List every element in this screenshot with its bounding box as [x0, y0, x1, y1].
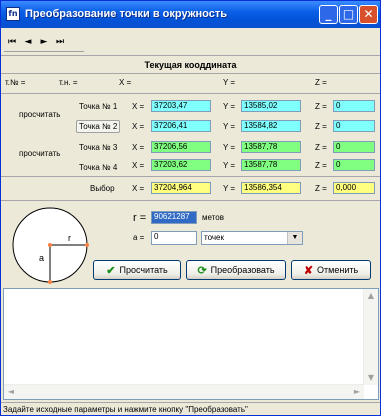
z-label: Z =: [315, 184, 327, 193]
vertical-scrollbar[interactable]: ▲ ▼: [363, 289, 378, 385]
r-input[interactable]: 90621287: [151, 211, 197, 224]
horizontal-scrollbar[interactable]: ◄ ►: [4, 384, 364, 399]
scroll-right-icon[interactable]: ►: [350, 385, 364, 399]
transform-button[interactable]: ⟳ Преобразовать: [186, 260, 286, 280]
point-3-x-field[interactable]: 37206,56: [151, 141, 211, 153]
x-label: X =: [132, 161, 145, 170]
a-input[interactable]: 0: [151, 231, 197, 245]
chevron-down-icon[interactable]: ▼: [287, 232, 302, 244]
z-label: Z =: [315, 161, 327, 170]
point-4-z-field[interactable]: 0: [333, 159, 375, 171]
minimize-button[interactable]: _: [319, 5, 338, 24]
scroll-up-icon[interactable]: ▲: [364, 289, 378, 303]
app-icon: fn: [6, 7, 20, 21]
x-label: X =: [132, 102, 145, 111]
main-window: fn Преобразование точки в окружность _ □…: [0, 0, 381, 416]
a-unit-select[interactable]: точек ▼: [201, 231, 303, 245]
check-icon: ✔: [106, 264, 116, 277]
selection-z-field[interactable]: 0,000: [333, 182, 375, 194]
window-title: Преобразование точки в окружность: [25, 8, 228, 20]
next-record-icon[interactable]: ►: [36, 34, 52, 50]
first-record-icon[interactable]: ⏮: [4, 34, 20, 50]
point-3-y-field[interactable]: 13587,78: [241, 141, 301, 153]
cancel-button-label: Отменить: [317, 265, 359, 275]
y-label: Y =: [223, 122, 236, 131]
current-y-label: Y =: [223, 78, 236, 87]
selection-label: Выбор: [90, 184, 115, 193]
cancel-button[interactable]: ✘ Отменить: [291, 260, 371, 280]
diagram-a-label: a: [39, 253, 44, 263]
calc-button-label: Просчитать: [119, 265, 168, 275]
tn-label: т.н. =: [59, 78, 78, 87]
divider: [1, 176, 380, 177]
current-x-label: X =: [119, 78, 132, 87]
refresh-icon: ⟳: [197, 264, 207, 277]
point-4-y-field[interactable]: 13587,78: [241, 159, 301, 171]
record-navigator: ⏮ ◄ ► ⏭: [4, 33, 84, 52]
close-x-icon: ✘: [303, 264, 314, 277]
close-button[interactable]: ✕: [359, 5, 378, 24]
scroll-left-icon[interactable]: ◄: [4, 385, 18, 399]
status-bar: Задайте исходные параметры и нажмите кно…: [1, 402, 380, 416]
title-bar[interactable]: fn Преобразование точки в окружность _ □…: [1, 1, 380, 28]
point-1-x-field[interactable]: 37203,47: [151, 100, 211, 112]
calc-link-1[interactable]: просчитать: [19, 110, 60, 119]
selection-y-field[interactable]: 13586,354: [241, 182, 301, 194]
y-label: Y =: [223, 161, 236, 170]
y-label: Y =: [223, 102, 236, 111]
x-label: X =: [132, 184, 145, 193]
z-label: Z =: [315, 143, 327, 152]
divider: [1, 93, 380, 94]
point-2-x-field[interactable]: 37206,41: [151, 120, 211, 132]
last-record-icon[interactable]: ⏭: [52, 34, 68, 50]
point-3-z-field[interactable]: 0: [333, 141, 375, 153]
point-1-y-field[interactable]: 13585,02: [241, 100, 301, 112]
tno-label: т.№ =: [5, 78, 26, 87]
y-label: Y =: [223, 184, 236, 193]
r-unit: метов: [202, 213, 224, 222]
diagram-r-label: r: [68, 233, 71, 243]
point-4-button[interactable]: Точка № 4: [79, 163, 117, 172]
y-label: Y =: [223, 143, 236, 152]
x-label: X =: [132, 122, 145, 131]
a-unit-value: точек: [204, 233, 224, 242]
a-label: a =: [133, 233, 145, 242]
divider: [1, 73, 380, 74]
x-label: X =: [132, 143, 145, 152]
prev-record-icon[interactable]: ◄: [20, 34, 36, 50]
point-1-button[interactable]: Точка № 1: [79, 102, 117, 111]
section-title: Текущая кооддината: [144, 60, 237, 70]
edge-point: [85, 243, 89, 247]
current-z-label: Z =: [315, 78, 327, 87]
maximize-button[interactable]: □: [339, 5, 358, 24]
scroll-down-icon[interactable]: ▼: [364, 371, 378, 385]
point-3-button[interactable]: Точка № 3: [79, 143, 117, 152]
divider: [1, 200, 380, 201]
divider: [1, 55, 380, 56]
z-label: Z =: [315, 102, 327, 111]
point-4-x-field[interactable]: 37203,62: [151, 159, 211, 171]
point-1-z-field[interactable]: 0: [333, 100, 375, 112]
point-2-z-field[interactable]: 0: [333, 120, 375, 132]
calc-button[interactable]: ✔ Просчитать: [93, 260, 181, 280]
transform-button-label: Преобразовать: [210, 265, 275, 275]
bottom-point: [48, 280, 52, 284]
selection-x-field[interactable]: 37204,964: [151, 182, 211, 194]
point-2-button[interactable]: Точка № 2: [76, 120, 121, 133]
output-memo[interactable]: ▲ ▼ ◄ ►: [3, 288, 379, 400]
z-label: Z =: [315, 122, 327, 131]
circle-diagram: r a: [12, 207, 89, 284]
r-label: r =: [133, 212, 147, 224]
calc-link-2[interactable]: просчитать: [19, 149, 60, 158]
center-point: [48, 243, 52, 247]
point-2-y-field[interactable]: 13584,82: [241, 120, 301, 132]
